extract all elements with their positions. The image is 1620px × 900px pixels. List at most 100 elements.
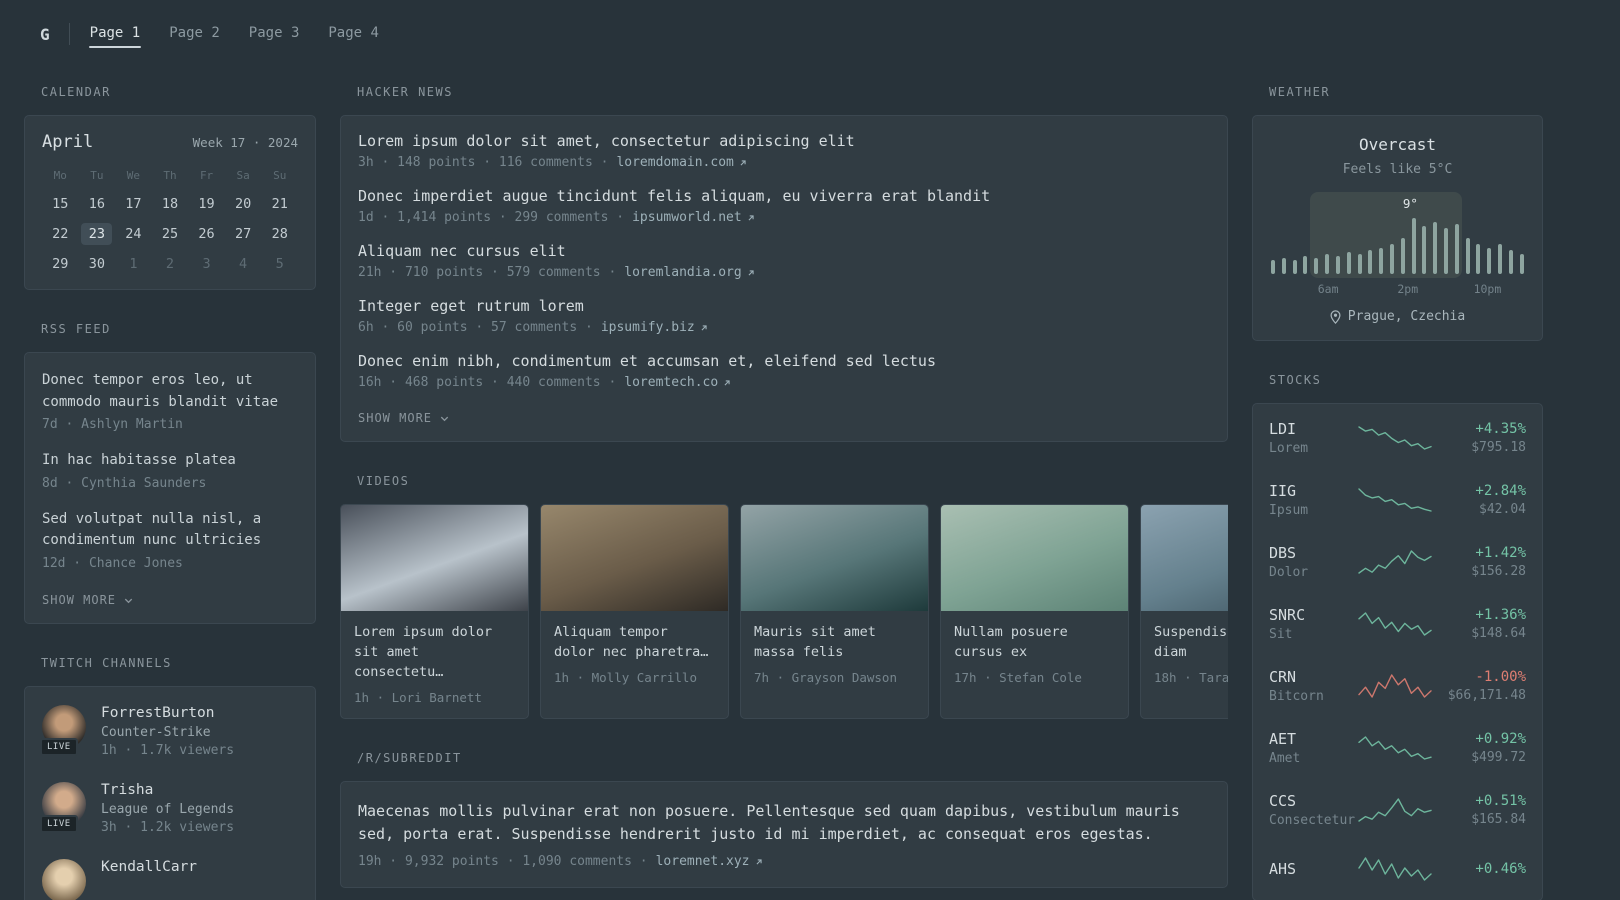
hackernews-item-title[interactable]: Aliquam nec cursus elit — [358, 242, 1210, 260]
video-thumbnail[interactable] — [541, 505, 728, 611]
weather-hour-bar — [1292, 260, 1297, 274]
stock-row[interactable]: AHS +0.46% — [1269, 841, 1526, 897]
calendar-date[interactable]: 20 — [228, 193, 259, 215]
stock-price: $499.72 — [1471, 750, 1526, 765]
stock-sparkline — [1357, 426, 1432, 450]
calendar-date[interactable]: 30 — [81, 253, 112, 275]
rss-item: Donec tempor eros leo, ut commodo mauris… — [42, 370, 298, 432]
stock-row[interactable]: DBS Dolor +1.42% $156.28 — [1269, 531, 1526, 593]
calendar-date[interactable]: 5 — [264, 253, 295, 275]
video-title[interactable]: Nullam posuere cursus ex — [954, 624, 1068, 660]
video-card[interactable]: Aliquam tempor dolor nec pharetra… 1h · … — [540, 504, 729, 719]
calendar-date[interactable]: 1 — [118, 253, 149, 275]
calendar-date[interactable]: 18 — [154, 193, 185, 215]
hackernews-item-title[interactable]: Donec imperdiet augue tincidunt felis al… — [358, 187, 1210, 205]
section-title-subreddit: /R/SUBREDDIT — [357, 751, 462, 765]
hackernews-item-title[interactable]: Donec enim nibh, condimentum et accumsan… — [358, 352, 1210, 370]
header-divider — [68, 23, 70, 45]
hackernews-show-more-button[interactable]: SHOW MORE — [358, 411, 450, 425]
twitch-channel-name[interactable]: Trisha — [101, 782, 153, 798]
rss-show-more-button[interactable]: SHOW MORE — [42, 593, 134, 607]
tab-page-3[interactable]: Page 3 — [248, 21, 301, 48]
hackernews-item: Aliquam nec cursus elit 21h · 710 points… — [358, 242, 1210, 280]
chevron-down-icon — [124, 598, 133, 603]
video-body: Suspendisse diam 18h · Tara — [1141, 611, 1228, 698]
rss-item-title[interactable]: Donec tempor eros leo, ut commodo mauris… — [42, 372, 278, 410]
hackernews-section: HACKER NEWS Lorem ipsum dolor sit amet, … — [340, 85, 1228, 442]
reddit-post-source-link[interactable]: loremnet.xyz — [656, 854, 764, 869]
rss-item: In hac habitasse platea 8d · Cynthia Sau… — [42, 450, 298, 491]
hackernews-item-title[interactable]: Integer eget rutrum lorem — [358, 297, 1210, 315]
weather-time-axis: 6am 2pm 10pm — [1269, 282, 1526, 296]
video-card[interactable]: Suspendisse diam 18h · Tara — [1140, 504, 1228, 719]
calendar-date[interactable]: 27 — [228, 223, 259, 245]
tab-page-2[interactable]: Page 2 — [168, 21, 221, 48]
calendar-date[interactable]: 16 — [81, 193, 112, 215]
calendar-date[interactable]: 22 — [45, 223, 76, 245]
video-thumbnail[interactable] — [741, 505, 928, 611]
calendar-date[interactable]: 26 — [191, 223, 222, 245]
stock-id: CCS Consectetur — [1269, 792, 1357, 828]
rss-item-title[interactable]: Sed volutpat nulla nisl, a condimentum n… — [42, 511, 261, 549]
calendar-date[interactable]: 28 — [264, 223, 295, 245]
video-thumbnail[interactable] — [941, 505, 1128, 611]
tab-page-1[interactable]: Page 1 — [88, 21, 142, 48]
hackernews-item-source-link[interactable]: ipsumify.biz — [601, 320, 709, 335]
stock-row[interactable]: CCS Consectetur +0.51% $165.84 — [1269, 779, 1526, 841]
calendar-date[interactable]: 25 — [154, 223, 185, 245]
stock-price: $156.28 — [1471, 564, 1526, 579]
calendar-date[interactable]: 19 — [191, 193, 222, 215]
video-card[interactable]: Mauris sit amet massa felis 7h · Grayson… — [740, 504, 929, 719]
video-title[interactable]: Aliquam tempor dolor nec pharetra… — [554, 624, 708, 660]
video-title[interactable]: Lorem ipsum dolor sit amet consectetu… — [354, 624, 492, 680]
calendar-date[interactable]: 23 — [81, 223, 113, 245]
stock-id: IIG Ipsum — [1269, 482, 1357, 518]
calendar-date[interactable]: 4 — [228, 253, 259, 275]
calendar-day-headers: Mo Tu We Th Fr Sa Su — [42, 169, 298, 182]
twitch-channel-name[interactable]: ForrestBurton — [101, 705, 215, 721]
stock-row[interactable]: CRN Bitcorn -1.00% $66,171.48 — [1269, 655, 1526, 717]
video-thumbnail[interactable] — [341, 505, 528, 611]
rss-item-title[interactable]: In hac habitasse platea — [42, 452, 236, 468]
calendar-date[interactable]: 24 — [118, 223, 149, 245]
video-title[interactable]: Suspendisse diam — [1154, 624, 1228, 660]
stock-symbol: CCS — [1269, 792, 1297, 810]
reddit-post-title[interactable]: Maecenas mollis pulvinar erat non posuer… — [358, 802, 1180, 843]
weather-location-row[interactable]: Prague, Czechia — [1269, 309, 1526, 324]
hackernews-item-source-link[interactable]: loremlandia.org — [624, 265, 755, 280]
calendar-day-header: Mo — [53, 169, 67, 182]
twitch-channel[interactable]: LIVE ForrestBurton Counter-Strike 1h · 1… — [40, 704, 298, 758]
hackernews-item-meta: 6h · 60 points · 57 comments · ipsumify.… — [358, 320, 1210, 335]
calendar-date[interactable]: 3 — [191, 253, 222, 275]
hackernews-item-source-link[interactable]: loremdomain.com — [616, 155, 747, 170]
hackernews-item-source-link[interactable]: ipsumworld.net — [632, 210, 756, 225]
video-thumbnail[interactable] — [1141, 505, 1228, 611]
hackernews-item-title[interactable]: Lorem ipsum dolor sit amet, consectetur … — [358, 132, 1210, 150]
calendar-date[interactable]: 21 — [264, 193, 295, 215]
calendar-date[interactable]: 17 — [118, 193, 149, 215]
reddit-post-source: loremnet.xyz — [655, 854, 750, 869]
stock-row[interactable]: SNRC Sit +1.36% $148.64 — [1269, 593, 1526, 655]
stock-row[interactable]: IIG Ipsum +2.84% $42.04 — [1269, 469, 1526, 531]
video-title[interactable]: Mauris sit amet massa felis — [754, 624, 876, 660]
weather-section: WEATHER Overcast Feels like 5°C 9° 6am 2p… — [1252, 85, 1543, 341]
hackernews-item-source-link[interactable]: loremtech.co — [624, 375, 732, 390]
stock-row[interactable]: AET Amet +0.92% $499.72 — [1269, 717, 1526, 779]
weather-time-label: 2pm — [1397, 282, 1419, 296]
section-title-calendar: CALENDAR — [41, 85, 111, 99]
video-card[interactable]: Lorem ipsum dolor sit amet consectetu… 1… — [340, 504, 529, 719]
calendar-date[interactable]: 2 — [154, 253, 185, 275]
calendar-date[interactable]: 29 — [45, 253, 76, 275]
twitch-channel[interactable]: KendallCarr — [42, 858, 298, 900]
video-card[interactable]: Nullam posuere cursus ex 17h · Stefan Co… — [940, 504, 1129, 719]
twitch-channel[interactable]: LIVE Trisha League of Legends 3h · 1.2k … — [40, 781, 298, 835]
stock-values: -1.00% $66,171.48 — [1433, 669, 1526, 703]
weather-time-label: 6am — [1317, 282, 1339, 296]
logo[interactable]: G — [40, 25, 50, 44]
tab-page-4[interactable]: Page 4 — [327, 21, 380, 48]
calendar-date[interactable]: 15 — [45, 193, 76, 215]
stock-price: $795.18 — [1471, 440, 1526, 455]
weather-feels-like: Feels like 5°C — [1342, 162, 1453, 177]
twitch-channel-name[interactable]: KendallCarr — [101, 859, 197, 875]
stock-row[interactable]: LDI Lorem +4.35% $795.18 — [1269, 407, 1526, 469]
